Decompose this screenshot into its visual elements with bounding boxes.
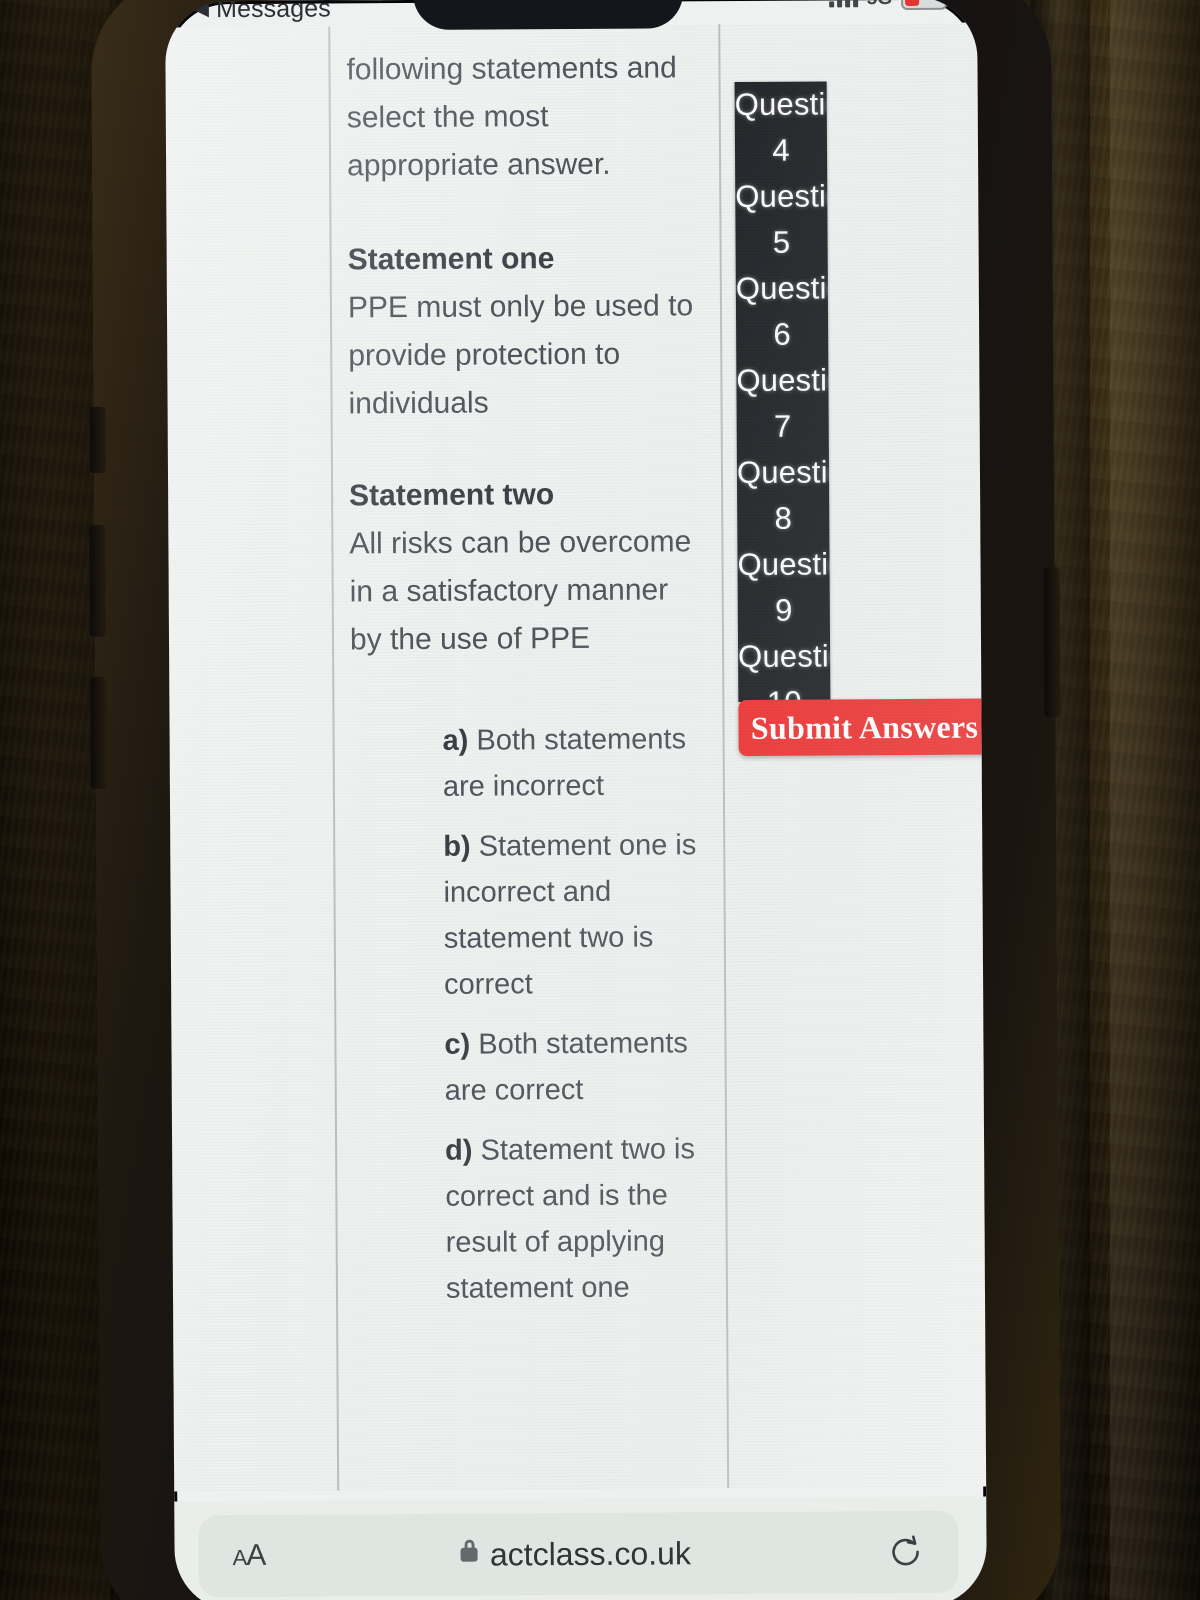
answer-text-d: Statement two is correct and is the resu… (445, 1133, 696, 1305)
volume-down-button[interactable] (90, 676, 107, 789)
statement-one-line-3: individuals (348, 386, 489, 421)
statement-two-line-3: by the use of PPE (349, 621, 591, 657)
question-intro-line-2: select the most (346, 100, 549, 135)
question-link-7[interactable]: Question 7 (736, 357, 829, 450)
question-link-6[interactable]: Question 6 (736, 265, 829, 358)
answer-option-b[interactable]: b) Statement one is incorrect and statem… (443, 822, 716, 1008)
mute-switch[interactable] (89, 406, 106, 473)
network-type-label: 5G (867, 0, 892, 10)
question-intro-line-3: appropriate answer. (346, 147, 611, 183)
answer-text-a: Both statements are incorrect (442, 723, 687, 803)
reload-icon[interactable] (886, 1533, 924, 1571)
answer-key-b: b) (443, 830, 471, 863)
statement-one-line-2: provide protection to (348, 337, 621, 373)
volume-up-button[interactable] (89, 524, 106, 637)
question-link-9[interactable]: Question 9 (737, 541, 830, 634)
statement-two-line-1: All risks can be overcome (349, 525, 692, 561)
web-page-content: Question 5) Review the following stateme… (165, 22, 987, 1492)
lock-icon (460, 1547, 478, 1562)
answer-key-d: d) (445, 1134, 473, 1167)
back-to-messages-label: Messages (216, 0, 331, 24)
text-size-button[interactable]: AA (232, 1538, 266, 1573)
answer-text-b: Statement one is incorrect and statement… (443, 829, 697, 1001)
statement-two-line-2: in a satisfactory manner (349, 573, 669, 609)
submit-answers-button[interactable]: Submit Answers (738, 698, 987, 757)
question-list: Question 4 Question 5 Question 6 Questio… (734, 81, 831, 703)
text-size-small-a: A (232, 1545, 247, 1571)
dynamic-island (412, 0, 684, 30)
answer-option-a[interactable]: a) Both statements are incorrect (442, 716, 715, 810)
question-link-10[interactable]: Question 10 (738, 633, 830, 702)
cellular-signal-icon (828, 0, 858, 8)
phone-screen: ◀ Messages 5G Question 5) Review the (165, 0, 987, 1600)
url-text: actclass.co.uk (489, 1534, 692, 1573)
battery-low-icon (901, 0, 948, 10)
safari-toolbar: AA actclass.co.uk (174, 1496, 987, 1600)
statement-two-label: Statement two (349, 478, 555, 513)
answer-text-c: Both statements are correct (444, 1027, 688, 1107)
statement-one-line-1: PPE must only be used to (347, 289, 694, 325)
power-button[interactable] (1043, 567, 1061, 718)
question-nav-column: Question 4 Question 5 Question 6 Questio… (722, 23, 987, 1489)
triangle-left-icon: ◀ (195, 0, 210, 19)
background-fabric-right-b (1110, 0, 1200, 1600)
statement-one-label: Statement one (347, 242, 555, 277)
address-bar[interactable]: AA actclass.co.uk (198, 1510, 959, 1598)
status-indicators: 5G (828, 0, 948, 10)
phone-device: ◀ Messages 5G Question 5) Review the (89, 0, 1062, 1600)
photo-scene: ◀ Messages 5G Question 5) Review the (0, 0, 1200, 1600)
back-to-messages-link[interactable]: ◀ Messages (195, 0, 331, 24)
answer-option-c[interactable]: c) Both statements are correct (444, 1020, 717, 1114)
question-column: Question 5) Review the following stateme… (332, 24, 726, 1326)
answer-key-c: c) (444, 1028, 471, 1061)
answer-options: a) Both statements are incorrect b) Stat… (336, 716, 726, 1312)
url-display[interactable]: actclass.co.uk (265, 1534, 887, 1575)
answer-option-d[interactable]: d) Statement two is correct and is the r… (445, 1126, 718, 1312)
text-size-large-a: A (246, 1538, 266, 1573)
question-link-8[interactable]: Question 8 (737, 449, 830, 542)
question-intro-line-1: following statements and (346, 51, 677, 87)
answer-key-a: a) (442, 724, 469, 757)
question-link-5[interactable]: Question 5 (735, 173, 828, 266)
question-link-4[interactable]: Question 4 (735, 81, 828, 174)
